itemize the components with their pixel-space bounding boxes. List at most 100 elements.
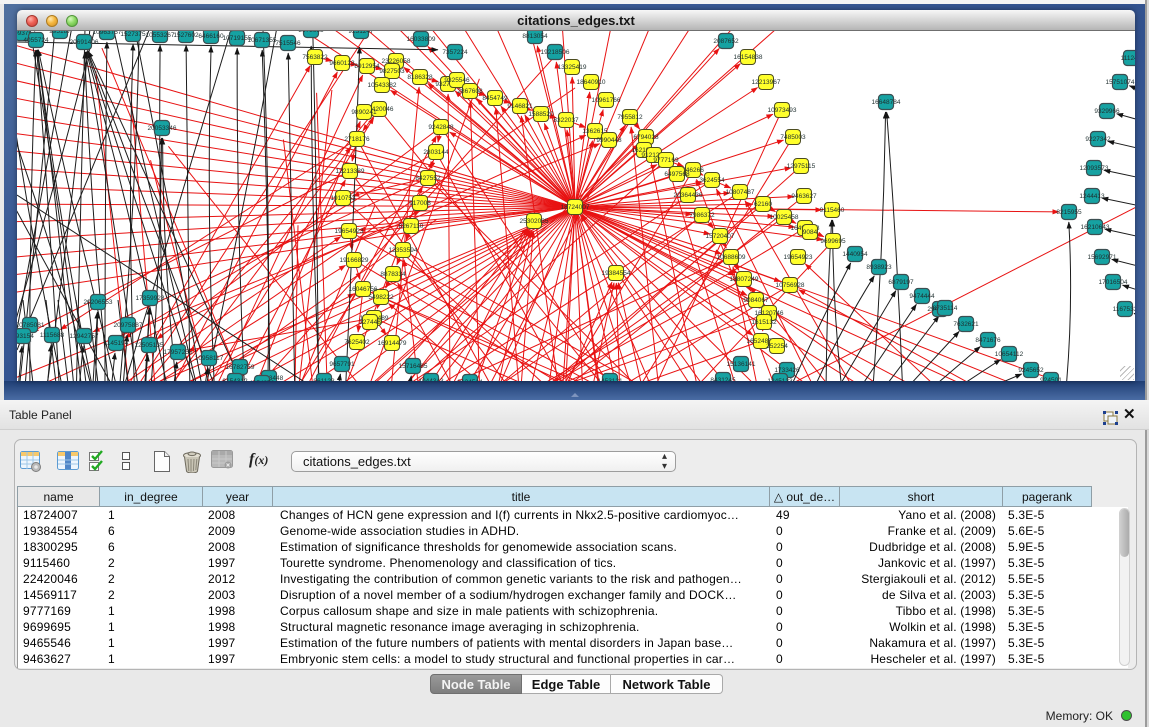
svg-text:8431245: 8431245 <box>710 377 736 381</box>
svg-text:9827503: 9827503 <box>379 68 405 75</box>
svg-text:9325546: 9325546 <box>444 77 470 84</box>
svg-text:16154838: 16154838 <box>734 54 763 61</box>
svg-text:9890241: 9890241 <box>351 109 377 116</box>
svg-text:10025458: 10025458 <box>770 214 799 221</box>
svg-text:12942757: 12942757 <box>70 333 99 340</box>
svg-text:5675685: 5675685 <box>298 31 324 34</box>
svg-text:10654112: 10654112 <box>995 351 1024 358</box>
svg-text:9657791: 9657791 <box>329 361 355 368</box>
svg-text:9115460: 9115460 <box>820 207 845 214</box>
svg-text:16210643: 16210643 <box>1081 224 1110 231</box>
svg-text:9329966: 9329966 <box>1094 108 1120 115</box>
svg-text:9242848: 9242848 <box>428 124 454 131</box>
svg-text:1145194: 1145194 <box>104 340 129 347</box>
svg-text:8471676: 8471676 <box>975 337 1001 344</box>
svg-text:9245652: 9245652 <box>1018 367 1044 374</box>
svg-text:8186328: 8186328 <box>407 74 433 81</box>
svg-text:17957255: 17957255 <box>164 349 193 356</box>
svg-text:8322037: 8322037 <box>553 117 579 124</box>
svg-text:9146821: 9146821 <box>507 103 533 110</box>
svg-text:9699695: 9699695 <box>820 238 846 245</box>
svg-text:1154370: 1154370 <box>250 380 275 381</box>
svg-text:8215955: 8215955 <box>1056 209 1082 216</box>
svg-text:62160: 62160 <box>754 201 772 208</box>
svg-text:20691406: 20691406 <box>70 39 99 46</box>
svg-text:12093573: 12093573 <box>1080 165 1109 172</box>
svg-text:10671355: 10671355 <box>248 37 277 44</box>
svg-text:10973493: 10973493 <box>768 107 797 114</box>
svg-text:10961766: 10961766 <box>592 97 621 104</box>
svg-text:16914479: 16914479 <box>378 340 407 347</box>
svg-text:19654923: 19654923 <box>335 228 364 235</box>
svg-text:8938923: 8938923 <box>866 264 892 271</box>
svg-text:12505135: 12505135 <box>135 342 164 349</box>
svg-text:19218506: 19218506 <box>541 49 570 56</box>
svg-text:1244413: 1244413 <box>1079 193 1105 200</box>
svg-text:19654923: 19654923 <box>784 254 813 261</box>
svg-text:9660123: 9660123 <box>329 60 355 67</box>
svg-text:917008: 917008 <box>409 200 431 207</box>
svg-text:20364436: 20364436 <box>674 192 703 199</box>
svg-text:8454749: 8454749 <box>482 95 508 102</box>
svg-text:18640910: 18640910 <box>577 79 606 86</box>
svg-text:25302035: 25302035 <box>520 218 549 225</box>
svg-text:1044343: 1044343 <box>418 378 444 381</box>
svg-text:15692971: 15692971 <box>1088 254 1117 261</box>
svg-text:7632621: 7632621 <box>953 321 979 328</box>
svg-text:8267110: 8267110 <box>399 223 424 230</box>
svg-text:7515546: 7515546 <box>275 40 301 47</box>
svg-text:19384554: 19384554 <box>602 270 631 277</box>
svg-text:8154312: 8154312 <box>222 378 248 381</box>
svg-text:18724007: 18724007 <box>561 204 590 211</box>
svg-text:9990448: 9990448 <box>596 137 622 144</box>
svg-text:3624554: 3624554 <box>699 177 725 184</box>
svg-text:9084067: 9084067 <box>743 297 769 304</box>
svg-text:2718176: 2718176 <box>344 136 370 143</box>
svg-text:9474444: 9474444 <box>909 293 935 300</box>
svg-text:7485003: 7485003 <box>780 134 806 141</box>
svg-text:252254: 252254 <box>766 343 788 350</box>
svg-text:20053346: 20053346 <box>148 125 177 132</box>
svg-text:993154: 993154 <box>17 333 34 340</box>
svg-text:9227342: 9227342 <box>1085 136 1111 143</box>
svg-text:8878334: 8878334 <box>380 271 406 278</box>
svg-text:20206553: 20206553 <box>84 299 113 306</box>
svg-text:995187: 995187 <box>49 31 71 35</box>
svg-text:7563822: 7563822 <box>302 54 328 61</box>
svg-text:924501: 924501 <box>1040 377 1062 381</box>
svg-text:9463627: 9463627 <box>791 193 817 200</box>
svg-text:1453121: 1453121 <box>597 378 623 381</box>
svg-text:961123: 961123 <box>313 378 335 381</box>
svg-text:8912954: 8912954 <box>354 63 380 70</box>
svg-text:10958117: 10958117 <box>195 355 224 362</box>
svg-text:5498222: 5498222 <box>368 294 394 301</box>
svg-text:1527375: 1527375 <box>120 31 146 38</box>
svg-text:15720407: 15720407 <box>706 233 735 240</box>
svg-text:16648784: 16648784 <box>872 99 901 106</box>
svg-text:16782759: 16782759 <box>226 364 255 371</box>
svg-text:10688609: 10688609 <box>717 254 746 261</box>
svg-text:15751074: 15751074 <box>1106 79 1135 86</box>
svg-text:1115688: 1115688 <box>40 332 65 339</box>
svg-text:19166829: 19166829 <box>340 257 369 264</box>
svg-text:4055724: 4055724 <box>23 37 49 44</box>
svg-text:9231247: 9231247 <box>348 31 374 35</box>
svg-text:6466160: 6466160 <box>198 33 224 40</box>
svg-text:2803144: 2803144 <box>423 149 449 156</box>
svg-text:10543382: 10543382 <box>368 82 397 89</box>
svg-text:6497568: 6497568 <box>664 171 690 178</box>
svg-text:9084: 9084 <box>803 229 818 236</box>
svg-text:12975115: 12975115 <box>787 163 816 170</box>
svg-text:15136141: 15136141 <box>727 361 756 368</box>
svg-text:2087652: 2087652 <box>713 38 739 45</box>
svg-text:111245: 111245 <box>1121 55 1135 62</box>
svg-text:6794028: 6794028 <box>633 134 659 141</box>
svg-text:9777169: 9777169 <box>653 157 679 164</box>
svg-text:16033809: 16033809 <box>407 36 436 43</box>
svg-text:17359928: 17359928 <box>136 295 165 302</box>
svg-text:15716485: 15716485 <box>399 363 428 370</box>
svg-text:7986372: 7986372 <box>689 212 715 219</box>
svg-text:1167533: 1167533 <box>1113 306 1135 313</box>
svg-text:7357224: 7357224 <box>442 49 468 56</box>
svg-text:7955812: 7955812 <box>617 114 643 121</box>
